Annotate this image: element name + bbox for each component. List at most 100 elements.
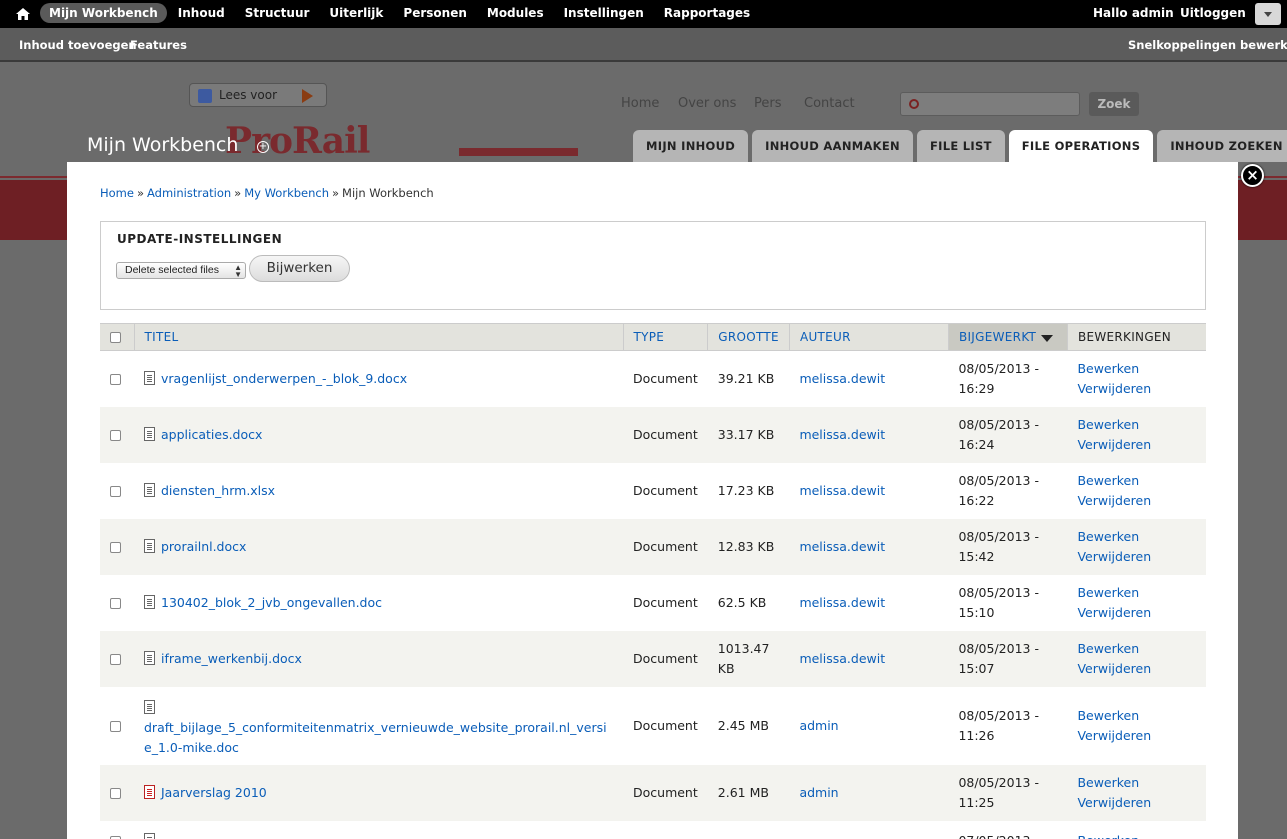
toolbar-menu-inhoud[interactable]: Inhoud bbox=[169, 3, 234, 23]
search-icon bbox=[909, 99, 919, 109]
site-nav-home[interactable]: Home bbox=[621, 96, 659, 111]
toolbar-menu-rapportages[interactable]: Rapportages bbox=[655, 3, 759, 23]
breadcrumb-administration[interactable]: Administration bbox=[147, 186, 231, 200]
row-checkbox[interactable] bbox=[110, 429, 121, 441]
edit-shortcuts-link[interactable]: Snelkoppelingen bewerken bbox=[1128, 38, 1287, 52]
header-updated[interactable]: BIJGEWERKT bbox=[948, 323, 1068, 351]
header-size[interactable]: GROOTTE bbox=[707, 323, 790, 351]
close-overlay-button[interactable]: × bbox=[1241, 164, 1264, 187]
row-select-cell bbox=[100, 820, 134, 839]
updated-date: 08/05/2013 - bbox=[958, 416, 1039, 432]
tab-inhoud-zoeken[interactable]: INHOUD ZOEKEN bbox=[1157, 130, 1287, 162]
file-title-link[interactable]: applicaties.docx bbox=[161, 427, 262, 442]
update-button[interactable]: Bijwerken bbox=[249, 255, 350, 282]
shortcuts-bar: Inhoud toevoegen Features Snelkoppelinge… bbox=[0, 28, 1287, 62]
edit-link[interactable]: Bewerken bbox=[1077, 415, 1196, 435]
file-title-link[interactable]: prorailnl.docx bbox=[161, 539, 246, 554]
file-title-link[interactable]: draft_bijlage_5_conformiteitenmatrix_ver… bbox=[144, 720, 607, 755]
breadcrumb-my-workbench[interactable]: My Workbench bbox=[244, 186, 329, 200]
toolbar-menu-uiterlijk[interactable]: Uiterlijk bbox=[320, 3, 392, 23]
toolbar-menu-mijn-workbench[interactable]: Mijn Workbench bbox=[40, 3, 167, 23]
tab-file-list[interactable]: FILE LIST bbox=[916, 130, 1005, 162]
file-title-link[interactable]: Jaarverslag 2010 bbox=[161, 785, 267, 800]
delete-link[interactable]: Verwijderen bbox=[1077, 435, 1196, 455]
read-aloud-button[interactable]: Lees voor bbox=[189, 83, 327, 107]
file-title-link[interactable]: vragenlijst_onderwerpen_-_blok_9.docx bbox=[161, 371, 407, 386]
edit-link[interactable]: Bewerken bbox=[1077, 831, 1196, 839]
title-cell: prorailnl.docx bbox=[134, 518, 623, 575]
delete-link[interactable]: Verwijderen bbox=[1077, 547, 1196, 567]
breadcrumb-home[interactable]: Home bbox=[100, 186, 134, 200]
site-nav-press[interactable]: Pers bbox=[754, 96, 782, 111]
tab-inhoud-aanmaken[interactable]: INHOUD AANMAKEN bbox=[752, 130, 913, 162]
row-checkbox[interactable] bbox=[110, 597, 121, 609]
edit-link[interactable]: Bewerken bbox=[1077, 359, 1196, 379]
delete-link[interactable]: Verwijderen bbox=[1077, 603, 1196, 623]
edit-link[interactable]: Bewerken bbox=[1077, 583, 1196, 603]
features-link[interactable]: Features bbox=[130, 38, 187, 52]
shortcuts-toggle-button[interactable] bbox=[1255, 3, 1281, 25]
edit-link[interactable]: Bewerken bbox=[1077, 773, 1196, 793]
operations-cell: Bewerken Verwijderen bbox=[1067, 686, 1206, 765]
tab-mijn-inhoud[interactable]: MIJN INHOUD bbox=[633, 130, 749, 162]
delete-link[interactable]: Verwijderen bbox=[1077, 491, 1196, 511]
author-cell bbox=[789, 820, 949, 839]
toolbar-menu-modules[interactable]: Modules bbox=[478, 3, 553, 23]
row-checkbox[interactable] bbox=[110, 541, 121, 553]
delete-link[interactable]: Verwijderen bbox=[1077, 726, 1196, 746]
edit-link[interactable]: Bewerken bbox=[1077, 527, 1196, 547]
file-title-link[interactable]: 130402_blok_2_jvb_ongevallen.doc bbox=[161, 595, 382, 610]
select-all-checkbox[interactable] bbox=[110, 332, 121, 343]
operations-cell: Bewerken bbox=[1067, 820, 1206, 839]
author-link[interactable]: melissa.dewit bbox=[799, 651, 885, 666]
row-checkbox[interactable] bbox=[110, 835, 121, 839]
prorail-logo: ProRail bbox=[225, 120, 370, 162]
size-cell bbox=[707, 820, 790, 839]
logout-link[interactable]: Uitloggen bbox=[1180, 6, 1246, 20]
home-icon[interactable] bbox=[15, 6, 31, 22]
delete-link[interactable]: Verwijderen bbox=[1077, 379, 1196, 399]
header-type[interactable]: TYPE bbox=[623, 323, 709, 351]
file-title-link[interactable]: iframe_werkenbij.docx bbox=[161, 651, 302, 666]
updated-time: 15:07 bbox=[958, 660, 995, 676]
updated-time: 16:29 bbox=[958, 380, 995, 396]
file-title-link[interactable]: diensten_hrm.xlsx bbox=[161, 483, 275, 498]
row-checkbox[interactable] bbox=[110, 485, 121, 497]
toolbar-menu-structuur[interactable]: Structuur bbox=[236, 3, 319, 23]
type-cell: Document bbox=[623, 630, 708, 687]
delete-link[interactable]: Verwijderen bbox=[1077, 793, 1196, 813]
updated-time: 11:25 bbox=[958, 794, 995, 810]
row-checkbox[interactable] bbox=[110, 787, 121, 799]
row-checkbox[interactable] bbox=[110, 653, 121, 665]
toolbar-menu-instellingen[interactable]: Instellingen bbox=[555, 3, 653, 23]
author-link[interactable]: melissa.dewit bbox=[799, 427, 885, 442]
edit-link[interactable]: Bewerken bbox=[1077, 471, 1196, 491]
toolbar-menu-personen[interactable]: Personen bbox=[394, 3, 475, 23]
updated-date: 08/05/2013 - bbox=[958, 584, 1039, 600]
author-link[interactable]: admin bbox=[799, 718, 838, 733]
author-link[interactable]: melissa.dewit bbox=[799, 371, 885, 386]
row-checkbox[interactable] bbox=[110, 373, 121, 385]
chevron-down-icon bbox=[1264, 12, 1272, 17]
row-checkbox[interactable] bbox=[110, 720, 121, 732]
site-nav-contact[interactable]: Contact bbox=[804, 96, 855, 111]
site-search-input[interactable] bbox=[900, 92, 1080, 116]
header-author[interactable]: AUTEUR bbox=[789, 323, 949, 351]
edit-link[interactable]: Bewerken bbox=[1077, 706, 1196, 726]
user-link[interactable]: admin bbox=[1132, 6, 1174, 20]
author-link[interactable]: admin bbox=[799, 785, 838, 800]
delete-link[interactable]: Verwijderen bbox=[1077, 659, 1196, 679]
author-link[interactable]: melissa.dewit bbox=[799, 539, 885, 554]
header-title[interactable]: TITEL bbox=[134, 323, 624, 351]
operation-select-value: Delete selected files bbox=[125, 264, 219, 276]
add-content-link[interactable]: Inhoud toevoegen bbox=[19, 38, 137, 52]
author-link[interactable]: melissa.dewit bbox=[799, 483, 885, 498]
edit-link[interactable]: Bewerken bbox=[1077, 639, 1196, 659]
tab-file-operations[interactable]: FILE OPERATIONS bbox=[1008, 130, 1154, 163]
site-search-button[interactable]: Zoek bbox=[1089, 92, 1139, 116]
author-cell: admin bbox=[789, 764, 949, 821]
operation-select[interactable]: Delete selected files ▲ ▼ bbox=[116, 262, 246, 279]
add-shortcut-icon[interactable]: + bbox=[257, 141, 269, 153]
site-nav-about[interactable]: Over ons bbox=[678, 96, 736, 111]
author-link[interactable]: melissa.dewit bbox=[799, 595, 885, 610]
